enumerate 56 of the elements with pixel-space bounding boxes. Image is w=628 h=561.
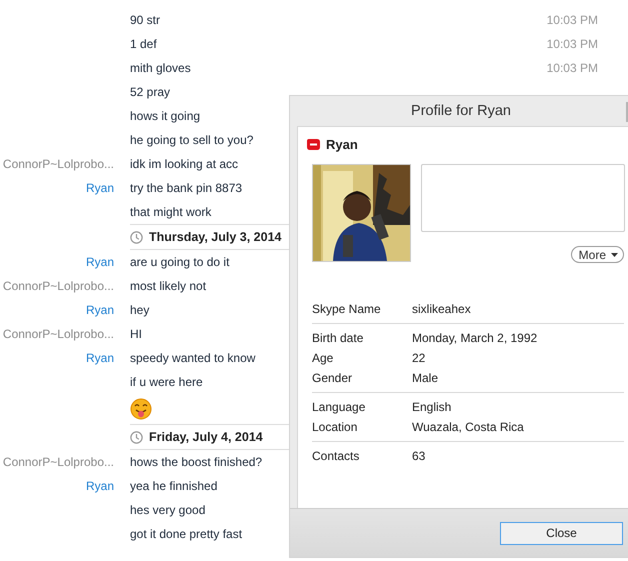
message-text: he going to sell to you? (130, 133, 254, 147)
more-button[interactable]: More (570, 246, 624, 263)
message-text: hows the boost finished? (130, 455, 262, 469)
message-text: yea he finnished (130, 479, 218, 493)
message-text: hes very good (130, 503, 206, 517)
field-value: Wuazala, Costa Rica (412, 420, 524, 434)
message-text: if u were here (130, 375, 203, 389)
sender-name: ConnorP~Lolprobo... (2, 455, 114, 469)
field-label: Skype Name (312, 302, 382, 316)
close-button[interactable]: Close (500, 522, 623, 544)
field-label: Birth date (312, 331, 364, 345)
field-label: Gender (312, 371, 354, 385)
message-text: HI (130, 327, 142, 341)
message-text: 1 def (130, 37, 157, 51)
field-value: Male (412, 371, 438, 385)
message-text: are u going to do it (130, 255, 230, 269)
message-text: idk im looking at acc (130, 157, 238, 171)
mood-message-field[interactable] (421, 164, 625, 232)
sender-name: Ryan (86, 303, 114, 317)
sender-name: ConnorP~Lolprobo... (2, 327, 114, 341)
date-separator: Thursday, July 3, 2014 (149, 230, 282, 244)
field-label: Location (312, 420, 358, 434)
message-text: most likely not (130, 279, 206, 293)
message-text: speedy wanted to know (130, 351, 256, 365)
sender-name: ConnorP~Lolprobo... (2, 279, 114, 293)
message-time: 10:03 PM (546, 61, 598, 75)
profile-name: Ryan (326, 137, 358, 152)
date-separator: Friday, July 4, 2014 (149, 430, 263, 444)
field-value: sixlikeahex (412, 302, 471, 316)
clock-icon (130, 230, 143, 244)
sender-name: Ryan (86, 181, 114, 195)
message-text: mith gloves (130, 61, 191, 75)
tongue-emoji-icon (130, 398, 152, 420)
field-value: Monday, March 2, 1992 (412, 331, 538, 345)
caret-icon (611, 252, 618, 256)
message-text: got it done pretty fast (130, 527, 242, 541)
message-text: hey (130, 303, 150, 317)
message-time: 10:03 PM (546, 13, 598, 27)
message-time: 10:03 PM (546, 37, 598, 51)
field-label: Contacts (312, 449, 360, 463)
sender-name: Ryan (86, 255, 114, 269)
clock-icon (130, 430, 143, 444)
message-text: 90 str (130, 13, 160, 27)
message-text: that might work (130, 205, 212, 219)
sender-name: ConnorP~Lolprobo... (2, 157, 114, 171)
message-text: try the bank pin 8873 (130, 181, 242, 195)
field-label: Age (312, 351, 334, 365)
message-text: hows it going (130, 109, 200, 123)
sender-name: Ryan (86, 351, 114, 365)
sender-name: Ryan (86, 479, 114, 493)
field-value: 22 (412, 351, 426, 365)
message-text: 52 pray (130, 85, 170, 99)
field-label: Language (312, 400, 366, 414)
window-title: Profile for Ryan (411, 103, 511, 119)
field-value: 63 (412, 449, 426, 463)
field-value: English (412, 400, 452, 414)
